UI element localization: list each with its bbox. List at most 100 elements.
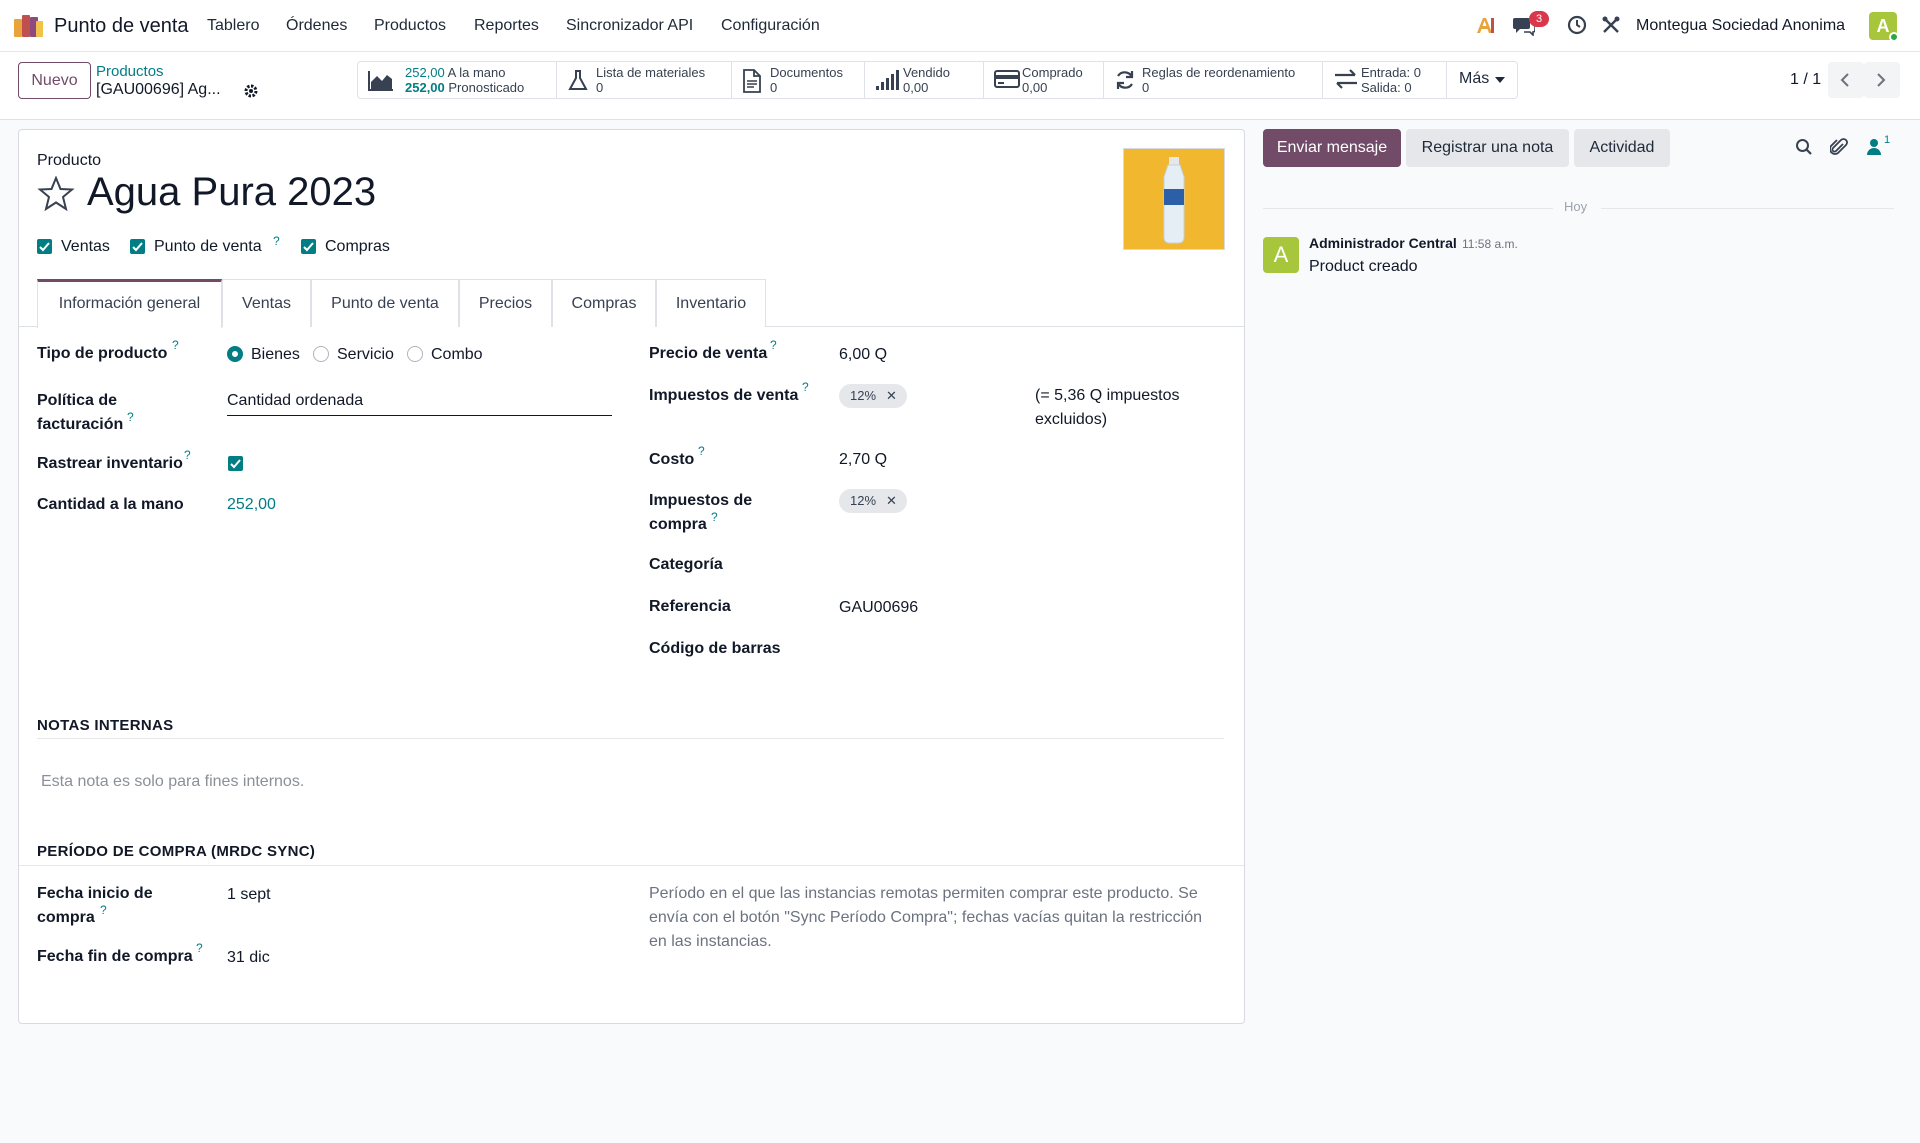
documents-value: 0 [770,80,778,95]
online-status-dot [1889,32,1899,42]
remove-tag-icon[interactable]: ✕ [886,489,897,513]
pos-app-icon[interactable] [14,13,44,39]
message-author-avatar[interactable]: A [1263,237,1299,273]
forecast-label: Pronosticado [448,80,525,95]
help-icon[interactable]: ? [273,234,280,248]
tab-sales[interactable]: Ventas [222,279,311,327]
activity-button[interactable]: Actividad [1574,129,1670,167]
ai-icon[interactable] [1474,14,1496,36]
purchase-end-value[interactable]: 31 dic [227,949,270,967]
sale-taxes-label: Impuestos de venta [649,387,799,404]
breadcrumb-productos[interactable]: Productos [96,63,164,80]
menu-ordenes[interactable]: Órdenes [286,17,347,35]
date-separator-line [1601,208,1894,209]
purchase-tax-tag[interactable]: 12% ✕ [839,489,907,513]
favorite-star-icon[interactable] [37,176,75,212]
reorder-rules-smart-button[interactable]: Reglas de reordenamiento 0 [1104,62,1323,98]
purchase-tax-tag-label: 12% [850,493,877,508]
pos-checkbox[interactable] [130,239,145,254]
product-image[interactable] [1123,148,1225,250]
radio-goods[interactable] [227,346,243,362]
clock-icon[interactable] [1566,14,1588,36]
menu-productos[interactable]: Productos [374,17,446,35]
followers-icon[interactable] [1866,138,1882,156]
send-message-button[interactable]: Enviar mensaje [1263,129,1401,167]
company-switcher[interactable]: Montegua Sociedad Anonima [1636,17,1845,35]
sale-price-value[interactable]: 6,00 Q [839,346,887,364]
top-navbar: Punto de venta Tablero Órdenes Productos… [0,0,1920,52]
pager-previous-button[interactable] [1828,62,1864,98]
chevron-left-icon [1840,73,1849,87]
purchase-taxes-label-line1: Impuestos de [649,492,753,509]
debug-tools-icon[interactable] [1600,14,1622,36]
message-body: Product creado [1309,258,1418,275]
tab-general-info[interactable]: Información general [37,279,222,328]
credit-card-icon [994,70,1020,88]
menu-reportes[interactable]: Reportes [474,17,539,35]
form-sheet: Producto Agua Pura 2023 Ventas Punto de … [18,129,1245,1024]
divider [37,738,1224,739]
search-icon[interactable] [1795,138,1813,156]
internal-notes-field[interactable]: Esta nota es solo para fines internos. [41,773,304,791]
menu-sincronizador[interactable]: Sincronizador API [566,17,693,35]
log-note-button[interactable]: Registrar una nota [1406,129,1569,167]
sold-label: Vendido [903,65,950,80]
product-name[interactable]: Agua Pura 2023 [87,170,376,215]
purchase-start-value[interactable]: 1 sept [227,886,271,904]
cost-value[interactable]: 2,70 Q [839,451,887,469]
pos-label: Punto de venta [154,238,262,255]
track-inventory-checkbox[interactable] [228,456,243,471]
tab-inventory[interactable]: Inventario [656,279,766,327]
radio-goods-label: Bienes [251,346,300,363]
help-icon[interactable]: ? [100,903,107,917]
tab-prices[interactable]: Precios [459,279,552,327]
remove-tag-icon[interactable]: ✕ [886,384,897,408]
purchased-smart-button[interactable]: Comprado 0,00 [984,62,1104,98]
sold-smart-button[interactable]: Vendido 0,00 [865,62,984,98]
help-icon[interactable]: ? [196,941,203,955]
sale-tax-tag[interactable]: 12% ✕ [839,384,907,408]
reorder-label: Reglas de reordenamiento [1142,65,1296,80]
category-label: Categoría [649,556,723,573]
radio-combo[interactable] [407,346,423,362]
gear-icon[interactable] [242,82,260,100]
qty-onhand-value[interactable]: 252,00 [227,496,276,514]
radio-service-label: Servicio [337,346,394,363]
help-icon[interactable]: ? [711,510,718,524]
tax-excluded-line2: excluidos) [1035,411,1108,428]
invoice-policy-select[interactable]: Cantidad ordenada [227,392,363,410]
message-author[interactable]: Administrador Central [1309,235,1457,251]
tab-point-of-sale[interactable]: Punto de venta [311,279,459,327]
pager-next-button[interactable] [1864,62,1900,98]
purchase-period-help-line2: envía con el botón "Sync Período Compra"… [649,909,1202,926]
tab-purchases[interactable]: Compras [552,279,656,327]
help-icon[interactable]: ? [770,338,777,352]
documents-smart-button[interactable]: Documentos 0 [732,62,865,98]
more-dropdown[interactable]: Más [1447,62,1517,98]
barcode-label: Código de barras [649,640,781,657]
reference-value[interactable]: GAU00696 [839,599,918,617]
help-icon[interactable]: ? [698,444,705,458]
divider [19,865,1244,866]
help-icon[interactable]: ? [802,380,809,394]
help-icon[interactable]: ? [184,448,191,462]
sale-tax-tag-label: 12% [850,388,877,403]
radio-service[interactable] [313,346,329,362]
paperclip-icon[interactable] [1830,138,1848,158]
new-button[interactable]: Nuevo [18,62,91,99]
help-icon[interactable]: ? [172,338,179,352]
menu-configuracion[interactable]: Configuración [721,17,820,35]
purchase-checkbox[interactable] [301,239,316,254]
date-separator-line [1263,208,1553,209]
in-out-smart-button[interactable]: Entrada: 0 Salida: 0 [1323,62,1447,98]
bom-smart-button[interactable]: Lista de materiales 0 [557,62,732,98]
app-name[interactable]: Punto de venta [54,15,189,38]
purchase-period-help-line1: Período en el que las instancias remotas… [649,885,1198,902]
onhand-smart-button[interactable]: 252,00 A la mano 252,00 Pronosticado [358,62,557,98]
pager-value[interactable]: 1 / 1 [1790,71,1821,89]
help-icon[interactable]: ? [127,410,134,424]
area-chart-icon [368,71,393,91]
sales-checkbox[interactable] [37,239,52,254]
menu-tablero[interactable]: Tablero [207,17,259,35]
bom-value: 0 [596,80,604,95]
